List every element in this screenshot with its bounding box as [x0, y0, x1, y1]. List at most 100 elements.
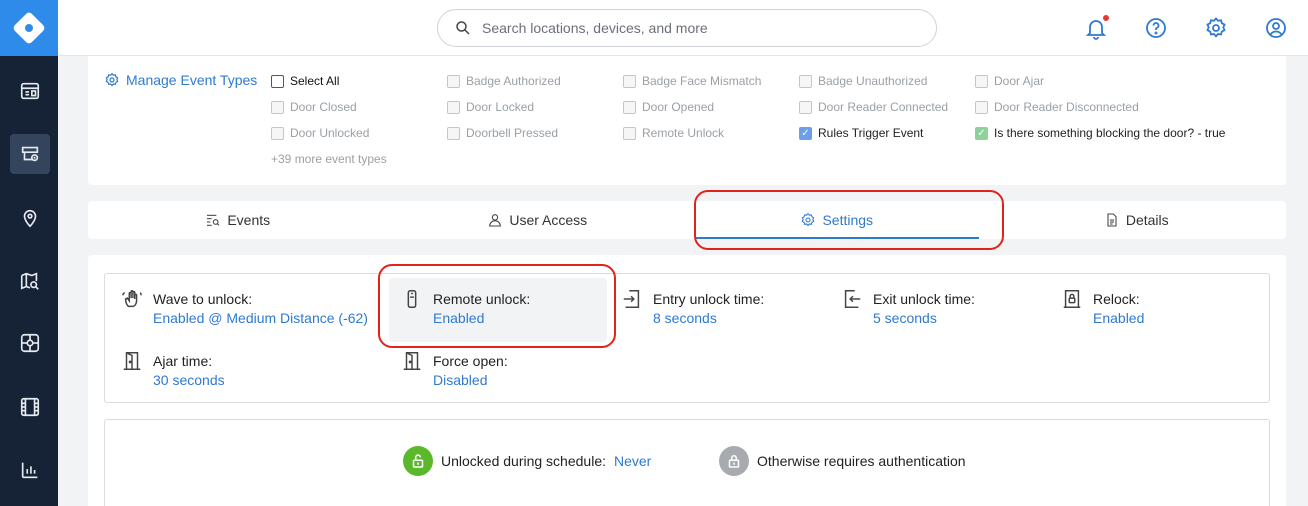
checkbox-badge-authorized[interactable]: Badge Authorized [447, 74, 561, 88]
more-event-types-link[interactable]: +39 more event types [271, 152, 387, 166]
door-force-open-icon [403, 352, 421, 370]
help-icon [1146, 18, 1166, 38]
schedule-value-link[interactable]: Never [614, 453, 651, 469]
checkbox-box[interactable] [623, 100, 636, 114]
checkbox-box[interactable] [271, 74, 284, 88]
manage-event-types-label: Manage Event Types [126, 72, 258, 88]
tab-bar: Events User Access Settings Details [88, 201, 1286, 239]
setting-label: Relock: [1093, 291, 1140, 307]
checkbox-badge-unauthorized[interactable]: Badge Unauthorized [799, 74, 927, 88]
settings-content: Wave to unlock: Enabled @ Medium Distanc… [88, 255, 1286, 506]
search-input[interactable] [482, 20, 922, 36]
setting-relock[interactable]: Relock: Enabled [1061, 290, 1144, 328]
auth-required-status: Otherwise requires authentication [719, 446, 966, 476]
schedule-label: Unlocked during schedule: [441, 453, 606, 469]
checkbox-box[interactable] [799, 74, 812, 88]
sidebar-item-access-control[interactable] [10, 134, 50, 174]
sidebar-item-locations[interactable] [10, 198, 50, 238]
checkbox-blocking-door[interactable]: ✓ Is there something blocking the door? -… [975, 126, 1225, 140]
sidebar-item-archives[interactable] [10, 387, 50, 427]
checkbox-box[interactable] [447, 74, 460, 88]
checkbox-select-all[interactable]: Select All [271, 74, 339, 88]
checkbox-door-reader-disconnected[interactable]: Door Reader Disconnected [975, 100, 1139, 114]
tab-details[interactable]: Details [987, 201, 1287, 239]
user-icon [489, 214, 502, 227]
checkbox-label: Doorbell Pressed [466, 126, 559, 140]
sidebar-item-map[interactable] [10, 261, 50, 301]
checkbox-badge-face-mismatch[interactable]: Badge Face Mismatch [623, 74, 761, 88]
checkbox-door-opened[interactable]: Door Opened [623, 100, 714, 114]
tab-settings[interactable]: Settings [687, 201, 987, 239]
camera-box-icon [20, 333, 40, 353]
checkbox-doorbell-pressed[interactable]: Doorbell Pressed [447, 126, 558, 140]
checkbox-rules-trigger-event[interactable]: ✓ Rules Trigger Event [799, 126, 923, 140]
setting-value[interactable]: 5 seconds [873, 309, 975, 328]
setting-value[interactable]: 30 seconds [153, 371, 225, 390]
schedule-card: Unlocked during schedule: Never Otherwis… [104, 419, 1270, 506]
checkbox-box[interactable] [271, 100, 284, 114]
checkbox-box[interactable] [975, 100, 988, 114]
checkbox-label: Is there something blocking the door? - … [994, 126, 1226, 140]
door-lock-icon [1063, 290, 1081, 308]
sidebar [0, 0, 58, 506]
profile-button[interactable] [1264, 16, 1288, 40]
setting-wave-to-unlock[interactable]: Wave to unlock: Enabled @ Medium Distanc… [121, 290, 368, 328]
film-icon [20, 397, 40, 417]
manage-event-types-link[interactable]: Manage Event Types [104, 72, 257, 88]
sidebar-item-analytics[interactable] [10, 450, 50, 490]
checkbox-label: Select All [290, 74, 340, 88]
checkbox-box[interactable] [447, 126, 460, 140]
tab-user-access[interactable]: User Access [388, 201, 688, 239]
setting-label: Force open: [433, 353, 508, 369]
app-logo[interactable] [0, 0, 58, 56]
door-enter-icon [623, 290, 640, 308]
checkbox-box[interactable] [271, 126, 284, 140]
checkbox-label: Rules Trigger Event [818, 126, 924, 140]
checkmark-icon[interactable]: ✓ [975, 126, 988, 140]
help-button[interactable] [1144, 16, 1168, 40]
setting-exit-unlock-time[interactable]: Exit unlock time: 5 seconds [841, 290, 975, 328]
checkbox-door-reader-connected[interactable]: Door Reader Connected [799, 100, 948, 114]
sidebar-item-devices[interactable] [10, 71, 50, 111]
checkbox-door-locked[interactable]: Door Locked [447, 100, 534, 114]
setting-value[interactable]: 8 seconds [653, 309, 764, 328]
checkbox-label: Remote Unlock [642, 126, 725, 140]
setting-value[interactable]: Disabled [433, 371, 508, 390]
notifications-button[interactable] [1084, 15, 1109, 40]
setting-remote-unlock[interactable]: Remote unlock: Enabled [389, 278, 607, 342]
checkbox-box[interactable] [623, 74, 636, 88]
checkbox-box[interactable] [975, 74, 988, 88]
tab-label: User Access [509, 212, 588, 228]
setting-entry-unlock-time[interactable]: Entry unlock time: 8 seconds [621, 290, 764, 328]
setting-label: Remote unlock: [433, 291, 531, 307]
setting-force-open[interactable]: Force open: Disabled [401, 352, 508, 390]
setting-value[interactable]: Enabled [1093, 309, 1144, 328]
checkbox-label: Door Reader Disconnected [994, 100, 1139, 114]
event-types-panel: Manage Event Types Select All Badge Auth… [88, 56, 1286, 185]
door-exit-icon [844, 290, 861, 308]
checkbox-label: Door Unlocked [290, 126, 370, 140]
gear-icon [802, 212, 815, 227]
checkmark-icon[interactable]: ✓ [799, 126, 812, 140]
checkbox-door-ajar[interactable]: Door Ajar [975, 74, 1044, 88]
settings-button[interactable] [1204, 16, 1228, 40]
auth-label: Otherwise requires authentication [757, 453, 966, 469]
checkbox-label: Door Reader Connected [818, 100, 949, 114]
checkbox-remote-unlock[interactable]: Remote Unlock [623, 126, 724, 140]
checkbox-door-unlocked[interactable]: Door Unlocked [271, 126, 369, 140]
search-bar[interactable] [437, 9, 937, 47]
sidebar-item-cameras[interactable] [10, 323, 50, 363]
checkbox-door-closed[interactable]: Door Closed [271, 100, 357, 114]
checkbox-box[interactable] [623, 126, 636, 140]
setting-value[interactable]: Enabled [433, 309, 530, 328]
search-icon [456, 21, 470, 35]
checkbox-box[interactable] [799, 100, 812, 114]
checkbox-label: Badge Unauthorized [818, 74, 928, 88]
tab-label: Events [227, 212, 271, 228]
setting-ajar-time[interactable]: Ajar time: 30 seconds [121, 352, 225, 390]
setting-value[interactable]: Enabled @ Medium Distance (-62) [153, 309, 368, 328]
top-header [58, 0, 1308, 56]
logo-diamond-icon [12, 11, 46, 45]
tab-events[interactable]: Events [88, 201, 388, 239]
checkbox-box[interactable] [447, 100, 460, 114]
